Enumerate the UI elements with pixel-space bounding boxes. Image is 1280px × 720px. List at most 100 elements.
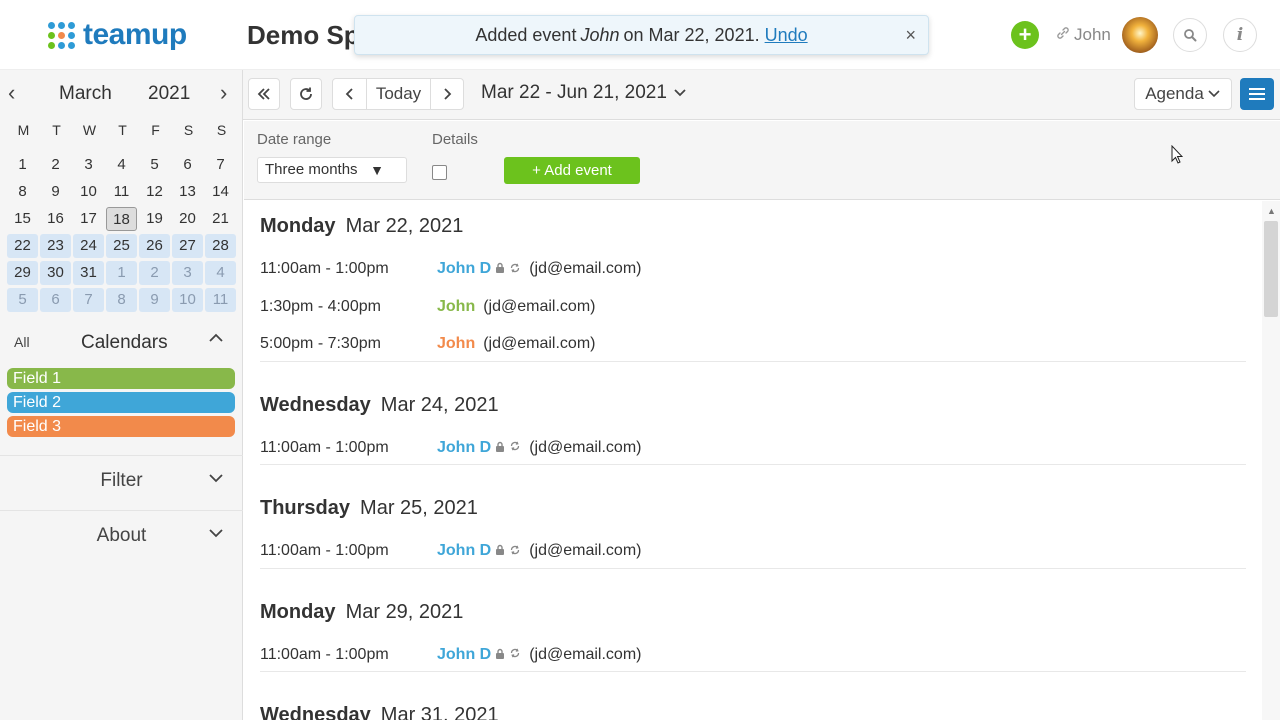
next-month-icon[interactable]: ›	[220, 80, 227, 106]
plus-circle-icon[interactable]: +	[1011, 21, 1039, 49]
chevron-up-icon[interactable]	[208, 330, 224, 351]
mini-cal-day[interactable]: 5	[7, 288, 38, 312]
mini-cal-day[interactable]: 16	[40, 207, 71, 231]
mini-cal-day[interactable]: 1	[106, 261, 137, 285]
mini-cal-day[interactable]: 6	[172, 153, 203, 177]
mini-cal-day[interactable]: 12	[139, 180, 170, 204]
agenda-day-header: Monday Mar 29, 2021	[260, 601, 463, 624]
menu-button[interactable]	[1240, 78, 1274, 110]
mini-cal-month[interactable]: March	[59, 83, 112, 105]
agenda-event[interactable]: 11:00am - 1:00pm John D (jd@email.com)	[260, 646, 1246, 666]
add-event-button[interactable]: + Add event	[504, 157, 640, 184]
agenda-event[interactable]: 11:00am - 1:00pm John D (jd@email.com)	[260, 542, 1246, 562]
mini-cal-day[interactable]: 1	[7, 153, 38, 177]
mini-cal-day[interactable]: 3	[73, 153, 104, 177]
info-icon: i	[1236, 25, 1244, 45]
mini-cal-day[interactable]: 23	[40, 234, 71, 258]
mini-cal-day[interactable]: 9	[40, 180, 71, 204]
sidebar: ‹ March 2021 › MTWTFSS 1 2 3 4 5 6 7 8 9 10 11 12 13…	[0, 70, 243, 720]
agenda-event[interactable]: 1:30pm - 4:00pm John (jd@email.com)	[260, 298, 1246, 318]
mini-cal-day[interactable]: 8	[106, 288, 137, 312]
undo-link[interactable]: Undo	[765, 25, 808, 46]
agenda-event[interactable]: 11:00am - 1:00pm John D (jd@email.com)	[260, 439, 1246, 459]
mini-cal-day[interactable]: 7	[73, 288, 104, 312]
mini-cal-day[interactable]: 18	[106, 207, 137, 231]
mini-cal-day[interactable]: 24	[73, 234, 104, 258]
event-title[interactable]: John D (jd@email.com)	[437, 542, 641, 560]
close-icon[interactable]: ×	[905, 25, 916, 46]
prev-month-icon[interactable]: ‹	[8, 80, 15, 106]
mini-cal-day[interactable]: 17	[73, 207, 104, 231]
scroll-up-icon[interactable]: ▲	[1267, 206, 1276, 216]
mini-cal-day[interactable]: 29	[7, 261, 38, 285]
mini-cal-day[interactable]: 30	[40, 261, 71, 285]
today-button[interactable]: Today	[366, 78, 431, 110]
mini-cal-day[interactable]: 3	[172, 261, 203, 285]
agenda-event[interactable]: 11:00am - 1:00pm John D (jd@email.com)	[260, 260, 1246, 280]
search-button[interactable]	[1173, 18, 1207, 52]
mini-cal-day[interactable]: 27	[172, 234, 203, 258]
mini-cal-day[interactable]: 13	[172, 180, 203, 204]
event-time: 11:00am - 1:00pm	[260, 438, 389, 456]
mini-cal-day[interactable]: 7	[205, 153, 236, 177]
event-title[interactable]: John D (jd@email.com)	[437, 439, 641, 457]
mini-cal-day[interactable]: 28	[205, 234, 236, 258]
event-title-text: John D	[437, 542, 492, 559]
refresh-button[interactable]	[290, 78, 322, 110]
mini-cal-day[interactable]: 4	[205, 261, 236, 285]
mini-cal-day[interactable]: 22	[7, 234, 38, 258]
mini-cal-day[interactable]: 19	[139, 207, 170, 231]
avatar[interactable]	[1122, 17, 1158, 53]
date-range-select[interactable]: Three months ▼	[257, 157, 407, 183]
mini-cal-day[interactable]: 8	[7, 180, 38, 204]
mini-cal-day[interactable]: 2	[139, 261, 170, 285]
next-period-button[interactable]	[430, 78, 464, 110]
details-checkbox[interactable]	[432, 165, 447, 180]
calendar-item[interactable]: Field 1	[7, 368, 235, 389]
jump-back-button[interactable]	[248, 78, 280, 110]
scrollbar[interactable]: ▲	[1262, 201, 1280, 720]
about-panel[interactable]: About	[0, 510, 243, 562]
mini-cal-day[interactable]: 31	[73, 261, 104, 285]
mini-cal-day[interactable]: 15	[7, 207, 38, 231]
mini-cal-day[interactable]: 4	[106, 153, 137, 177]
event-added-toast: Added event John on Mar 22, 2021. Undo ×	[354, 15, 929, 55]
mini-cal-day[interactable]: 5	[139, 153, 170, 177]
chevron-down-icon	[1208, 90, 1220, 98]
mini-cal-day[interactable]: 26	[139, 234, 170, 258]
mini-cal-day[interactable]: 11	[106, 180, 137, 204]
mini-cal-week: 1234567	[7, 153, 238, 177]
user-link[interactable]: John	[1056, 25, 1111, 45]
chevron-down-icon	[674, 89, 686, 97]
mini-cal-day[interactable]: 10	[172, 288, 203, 312]
event-time: 5:00pm - 7:30pm	[260, 335, 381, 352]
filter-panel[interactable]: Filter	[0, 455, 243, 507]
event-title[interactable]: John D (jd@email.com)	[437, 260, 641, 278]
mini-cal-day[interactable]: 2	[40, 153, 71, 177]
event-who: (jd@email.com)	[483, 335, 596, 352]
info-button[interactable]: i	[1223, 18, 1257, 52]
teamup-logo[interactable]: teamup	[48, 18, 187, 52]
mini-cal-day[interactable]: 11	[205, 288, 236, 312]
mini-cal-year[interactable]: 2021	[148, 83, 190, 105]
event-title[interactable]: John D (jd@email.com)	[437, 646, 641, 664]
agenda-event[interactable]: 5:00pm - 7:30pm John (jd@email.com)	[260, 335, 1246, 355]
event-title[interactable]: John (jd@email.com)	[437, 335, 595, 353]
mini-cal-day[interactable]: 10	[73, 180, 104, 204]
mini-cal-day[interactable]: 14	[205, 180, 236, 204]
view-selector[interactable]: Agenda	[1134, 78, 1232, 110]
event-title[interactable]: John (jd@email.com)	[437, 298, 595, 316]
show-all-link[interactable]: All	[14, 334, 30, 350]
mini-cal-week: 15 16 17 18 19 20 21	[7, 207, 238, 231]
calendars-header: All Calendars	[0, 328, 243, 358]
mini-cal-day[interactable]: 21	[205, 207, 236, 231]
date-range-picker[interactable]: Mar 22 - Jun 21, 2021	[481, 82, 687, 104]
scrollbar-thumb[interactable]	[1264, 221, 1278, 317]
prev-period-button[interactable]	[332, 78, 367, 110]
mini-cal-day[interactable]: 9	[139, 288, 170, 312]
calendar-item[interactable]: Field 3	[7, 416, 235, 437]
calendar-item[interactable]: Field 2	[7, 392, 235, 413]
mini-cal-day[interactable]: 25	[106, 234, 137, 258]
mini-cal-day[interactable]: 20	[172, 207, 203, 231]
mini-cal-day[interactable]: 6	[40, 288, 71, 312]
